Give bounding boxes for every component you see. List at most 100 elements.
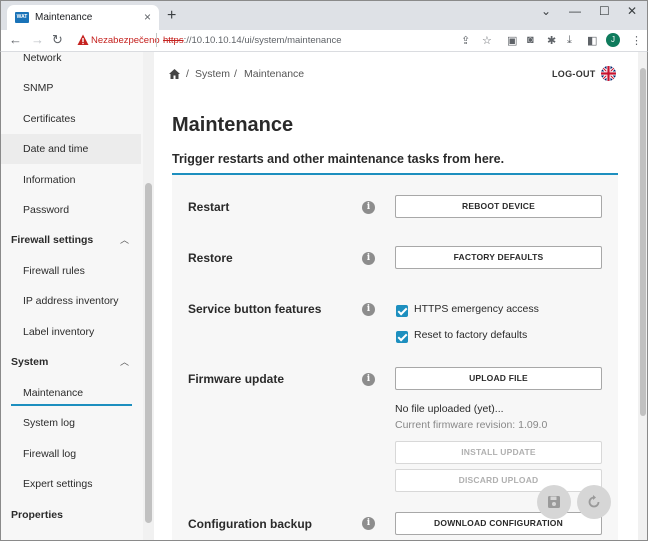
maximize-icon[interactable]: ☐ [599,4,610,18]
url-separator [156,33,157,47]
sidebar-item-system-log[interactable]: System log [1,408,141,438]
breadcrumb-separator: / [234,68,237,80]
sidebar-item-label: Certificates [23,113,76,125]
bookmark-star-icon[interactable]: ☆ [482,34,492,47]
browser-tab[interactable]: WAT Maintenance × [7,5,159,31]
sidebar-item-label: Firewall rules [23,265,85,277]
reload-icon[interactable]: ↻ [52,32,63,48]
reset-factory-checkbox[interactable] [396,331,408,343]
sidebar-item-label: System log [23,417,75,429]
sidebar-item-label: Network [23,52,62,64]
info-icon[interactable]: i [362,517,375,530]
sidebar-item-label: SNMP [23,82,54,94]
active-item-indicator [11,404,132,406]
firmware-update-label: Firmware update [188,372,285,386]
address-bar[interactable]: https://10.10.10.14/ui/system/maintenanc… [163,35,342,46]
info-icon[interactable]: i [362,252,375,265]
reset-factory-label[interactable]: Reset to factory defaults [414,329,527,341]
sidebar-item-label: Date and time [23,143,89,155]
back-icon[interactable]: ← [9,32,22,47]
download-configuration-button[interactable]: DOWNLOAD CONFIGURATION [395,512,602,535]
sidebar-group-firewall-settings[interactable]: Firewall settings ︿ [1,225,141,255]
sidebar-item-firewall-log[interactable]: Firewall log [1,439,141,469]
profile-avatar[interactable]: J [606,33,620,47]
info-icon[interactable]: i [362,303,375,316]
uk-flag-icon[interactable] [601,66,616,81]
main-content: / System / Maintenance LOG-OUT Maintenan… [154,52,638,540]
configuration-backup-label: Configuration backup [188,517,312,531]
sidebar-item-label: Firewall log [23,448,77,460]
warning-icon[interactable] [77,34,89,46]
sidebar-item-label-inventory[interactable]: Label inventory [1,317,141,347]
firmware-revision: Current firmware revision: 1.09.0 [395,419,548,431]
tab-close-icon[interactable]: × [144,10,151,24]
favicon-icon: WAT [15,12,29,23]
upload-file-button[interactable]: UPLOAD FILE [395,367,602,390]
more-menu-icon[interactable]: ⋮ [631,34,642,47]
tab-title: Maintenance [35,12,93,23]
sidebar-item-snmp[interactable]: SNMP [1,73,141,103]
sidebar-item-label: IP address inventory [23,295,119,307]
browser-tab-bar: WAT Maintenance × + ⌄ — ☐ ✕ [0,0,648,31]
upload-status: No file uploaded (yet)... [395,403,504,415]
breadcrumb-system[interactable]: System [195,68,230,80]
restart-label: Restart [188,200,230,214]
discard-upload-button[interactable]: DISCARD UPLOAD [395,469,602,492]
security-label[interactable]: Nezabezpečeno [91,35,160,46]
info-icon[interactable]: i [362,373,375,386]
sidebar-scrollbar-thumb[interactable] [145,183,152,523]
save-fab[interactable] [537,485,571,519]
sidebar-group-label: Properties [11,509,63,521]
revert-icon [588,495,600,508]
window-close-icon[interactable]: ✕ [627,4,637,18]
sidebar: Network SNMP Certificates Date and time … [1,52,154,540]
sidebar-item-label: Maintenance [23,387,84,399]
sidebar-item-expert-settings[interactable]: Expert settings [1,469,141,499]
revert-fab[interactable] [577,485,611,519]
https-emergency-label[interactable]: HTTPS emergency access [414,303,539,315]
sidebar-group-system[interactable]: System ︿ [1,347,141,377]
https-emergency-checkbox[interactable] [396,305,408,317]
sidebar-item-label: Password [23,204,70,216]
page-title: Maintenance [172,114,294,136]
sidebar-item-ip-address-inventory[interactable]: IP address inventory [1,286,141,316]
extension-icon[interactable]: ▣ [507,34,517,47]
breadcrumb-current: Maintenance [244,68,305,80]
sidebar-group-label: Firewall settings [11,234,94,246]
info-icon[interactable]: i [362,201,375,214]
sidebar-group-label: System [11,356,49,368]
sidebar-item-label: Label inventory [23,326,95,338]
url-path: ://10.10.10.14/ui/system/maintenance [183,35,342,46]
tab-search-icon[interactable]: ⌄ [541,4,551,18]
puzzle-icon[interactable]: ✱ [547,34,556,47]
chevron-up-icon: ︿ [119,357,129,367]
main-scrollbar-thumb[interactable] [640,68,646,416]
sidebar-group-properties[interactable]: Properties [1,500,141,530]
sidebar-item-information[interactable]: Information [1,165,141,195]
minimize-icon[interactable]: — [569,4,581,18]
restore-label: Restore [188,251,233,265]
share-icon[interactable]: ⇪ [461,34,470,47]
sidebar-item-date-and-time[interactable]: Date and time [1,134,141,164]
factory-defaults-button[interactable]: FACTORY DEFAULTS [395,246,602,269]
logout-button[interactable]: LOG-OUT [552,69,596,79]
sidebar-item-firewall-rules[interactable]: Firewall rules [1,256,141,286]
service-button-label: Service button features [188,302,322,316]
sidebar-item-label: Expert settings [23,478,93,490]
sidebar-item-certificates[interactable]: Certificates [1,104,141,134]
extension-2-icon[interactable]: ◙ [527,34,534,46]
sidebar-item-password[interactable]: Password [1,195,141,225]
install-update-button[interactable]: INSTALL UPDATE [395,441,602,464]
home-icon[interactable] [169,69,180,79]
new-tab-icon[interactable]: + [167,7,176,25]
page-subtitle: Trigger restarts and other maintenance t… [172,152,505,166]
sidepanel-icon[interactable]: ◧ [587,34,597,47]
save-icon [548,496,560,508]
chevron-up-icon: ︿ [119,235,129,245]
window-border [0,52,1,540]
download-icon[interactable]: ⤓ [567,34,572,47]
sidebar-item-label: Information [23,174,76,186]
forward-icon[interactable]: → [31,32,44,47]
reboot-device-button[interactable]: REBOOT DEVICE [395,195,602,218]
sidebar-item-network[interactable]: Network [1,52,141,73]
